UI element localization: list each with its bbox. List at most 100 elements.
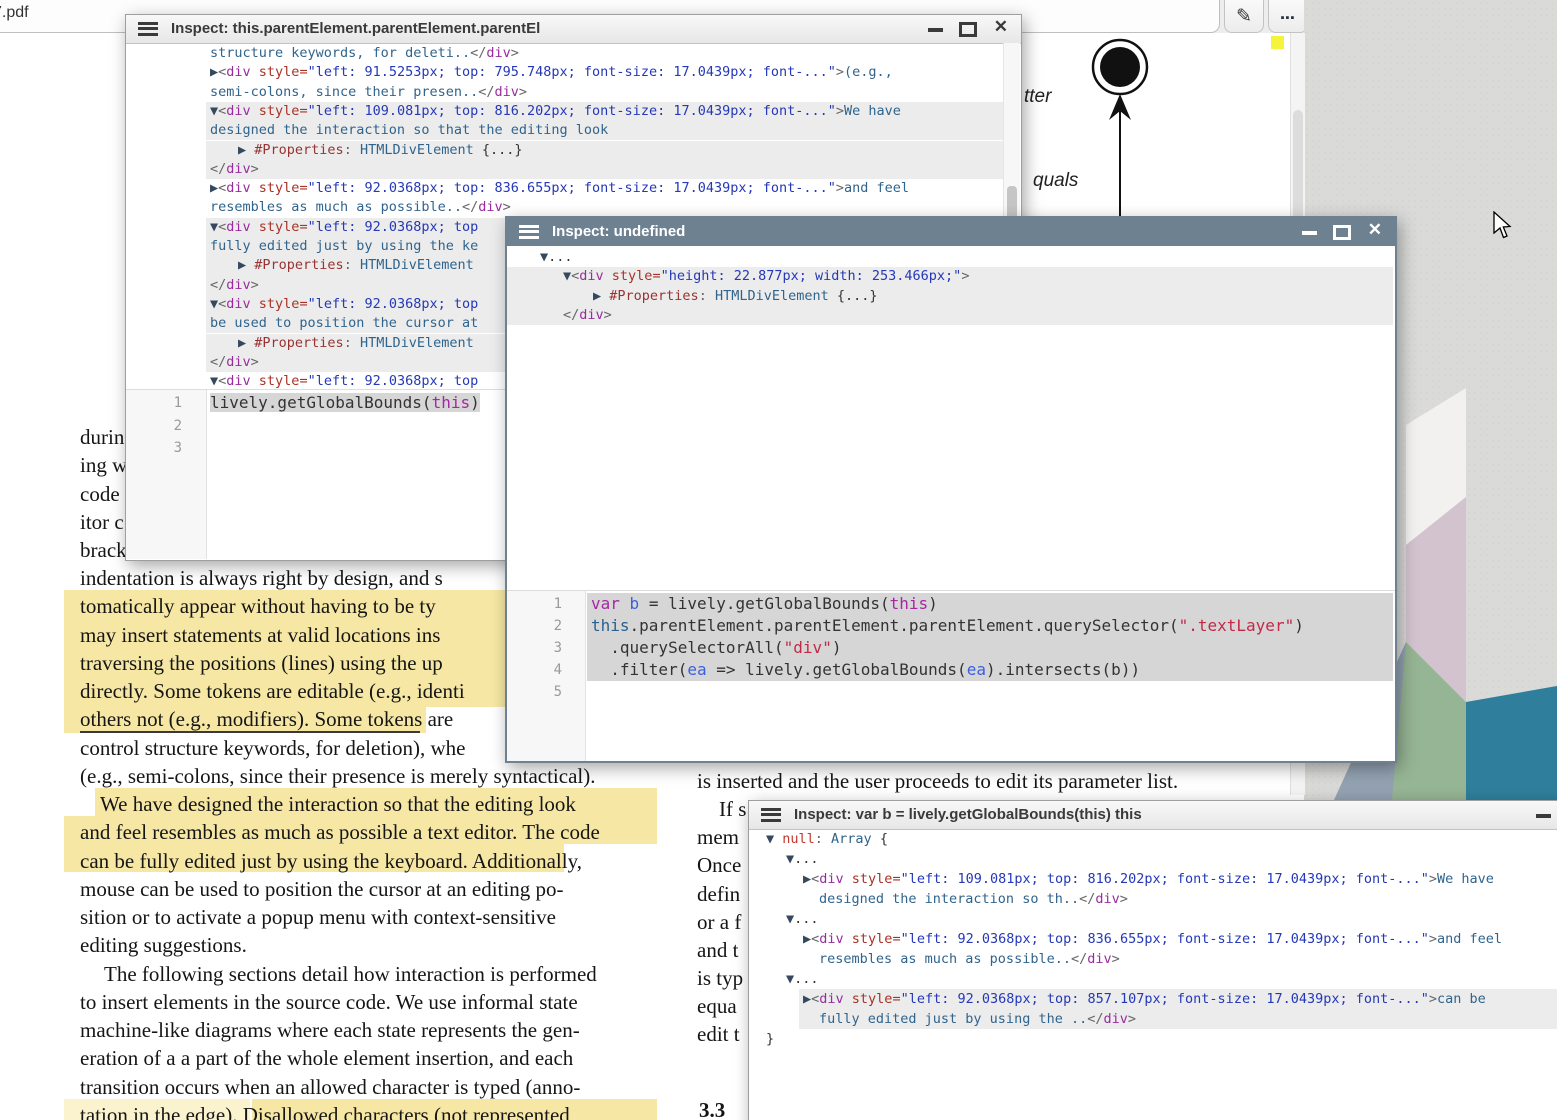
- tree-row[interactable]: ▼ null: Array {: [749, 829, 1557, 849]
- tree-row[interactable]: designed the interaction so th..</div>: [749, 889, 1557, 909]
- tree-row[interactable]: ▼...: [749, 909, 1557, 929]
- pdf-text-line: to insert elements in the source code. W…: [80, 990, 578, 1015]
- tree-row[interactable]: ▼...: [507, 248, 1393, 267]
- tree-row[interactable]: ▶ #Properties: HTMLDivElement {...}: [507, 287, 1393, 306]
- window2-titlebar[interactable]: Inspect: undefined ✕: [507, 218, 1395, 246]
- maximize-button[interactable]: [1333, 225, 1351, 240]
- gutter-line: 1: [126, 392, 182, 415]
- pdf-text-line: is inserted and the user proceeds to edi…: [697, 769, 1178, 794]
- gutter-line: 3: [507, 637, 562, 659]
- window3-title: Inspect: var b = lively.getGlobalBounds(…: [794, 806, 1142, 823]
- code-line[interactable]: var b = lively.getGlobalBounds(this): [587, 593, 1393, 615]
- window1-titlebar[interactable]: Inspect: this.parentElement.parentElemen…: [126, 15, 1021, 44]
- mouse-cursor-icon: [1493, 211, 1515, 241]
- pdf-text-line: tomatically appear without having to be …: [80, 594, 436, 619]
- code-line[interactable]: this.parentElement.parentElement.parentE…: [587, 615, 1393, 637]
- bpmn-end-event-diagram: [1085, 30, 1155, 220]
- pdf-text-line: quals: [1033, 170, 1078, 192]
- window3-dom-tree[interactable]: ▼ null: Array {▼...▶<div style="left: 10…: [749, 829, 1557, 1120]
- close-icon[interactable]: ✕: [994, 18, 1008, 35]
- tree-row[interactable]: }: [749, 1029, 1557, 1049]
- tree-row[interactable]: </div>: [206, 160, 1019, 179]
- window1-title: Inspect: this.parentElement.parentElemen…: [171, 20, 540, 37]
- tree-row[interactable]: ▼<div style="height: 22.877px; width: 25…: [507, 267, 1393, 286]
- pdf-text-line: is typ: [697, 966, 743, 991]
- minimize-button[interactable]: [928, 28, 943, 32]
- pdf-text-line: tter: [1024, 86, 1051, 108]
- tree-row[interactable]: ▶ #Properties: HTMLDivElement {...}: [206, 141, 1019, 160]
- pdf-text-line: others not (e.g., modifiers). Some token…: [80, 707, 453, 732]
- tree-row[interactable]: ▶<div style="left: 91.5253px; top: 795.7…: [126, 63, 1019, 82]
- window2-dom-tree[interactable]: ▼...▼<div style="height: 22.877px; width…: [507, 248, 1393, 588]
- screen: 7.pdf ✎ ▪▪▪ Inspect: this.parentElement.: [0, 0, 1557, 1120]
- pdf-text-line: equa: [697, 994, 737, 1019]
- tree-row[interactable]: resembles as much as possible..</div>: [749, 949, 1557, 969]
- gutter-line: 5: [507, 681, 562, 703]
- tree-row[interactable]: ▶<div style="left: 92.0368px; top: 836.6…: [749, 929, 1557, 949]
- menu-icon[interactable]: [519, 225, 539, 239]
- pdf-text-line: or a f: [697, 910, 741, 935]
- minimize-button[interactable]: [1536, 814, 1551, 818]
- pdf-text-line: traversing the positions (lines) using t…: [80, 651, 443, 676]
- pencil-icon: ✎: [1236, 5, 1252, 32]
- window3-titlebar[interactable]: Inspect: var b = lively.getGlobalBounds(…: [749, 801, 1557, 830]
- pdf-text-line: mouse can be used to position the cursor…: [80, 877, 563, 902]
- pdf-text-line: tation in the edge). Disallowed characte…: [80, 1103, 570, 1120]
- tree-row[interactable]: semi-colons, since their presen..</div>: [126, 83, 1019, 102]
- tree-row[interactable]: ▶<div style="left: 92.0368px; top: 836.6…: [126, 179, 1019, 198]
- tree-row[interactable]: designed the interaction so that the edi…: [206, 121, 1019, 140]
- pdf-text-line: directly. Some tokens are editable (e.g.…: [80, 679, 465, 704]
- tree-row[interactable]: </div>: [507, 306, 1393, 325]
- pdf-text-line: transition occurs when an allowed charac…: [80, 1075, 580, 1100]
- edit-annotation-button[interactable]: ✎: [1224, 0, 1264, 33]
- pdf-tab-label: 7.pdf: [0, 4, 29, 22]
- pdf-text-line: brack: [80, 538, 127, 563]
- tree-row[interactable]: structure keywords, for deleti..</div>: [126, 44, 1019, 63]
- pdf-text-line: control structure keywords, for deletion…: [80, 736, 465, 761]
- tree-row[interactable]: ▶<div style="left: 109.081px; top: 816.2…: [749, 869, 1557, 889]
- tree-row[interactable]: ▼<div style="left: 109.081px; top: 816.2…: [206, 102, 1019, 121]
- tree-row[interactable]: ▼...: [749, 969, 1557, 989]
- gutter-line: 4: [507, 659, 562, 681]
- menu-icon[interactable]: [138, 22, 158, 36]
- pdf-text-line: editing suggestions.: [80, 933, 247, 958]
- pdf-text-line: We have designed the interaction so that…: [100, 792, 576, 817]
- inspector-window-3: Inspect: var b = lively.getGlobalBounds(…: [748, 800, 1557, 1120]
- pdf-text-line: durin: [80, 425, 124, 450]
- tree-row[interactable]: ▼...: [749, 849, 1557, 869]
- tree-row[interactable]: [587, 681, 1393, 703]
- menu-icon[interactable]: [761, 808, 781, 822]
- inner-circle-icon: [1100, 47, 1140, 87]
- pdf-text-line: and t: [697, 938, 738, 963]
- more-options-button[interactable]: ▪▪▪: [1268, 0, 1308, 33]
- tree-row[interactable]: resembles as much as possible..</div>: [126, 198, 1019, 217]
- maximize-button[interactable]: [959, 22, 977, 37]
- code-line[interactable]: .querySelectorAll("div"): [587, 637, 1393, 659]
- pdf-text-line: sition or to activate a popup menu with …: [80, 905, 556, 930]
- close-icon[interactable]: ✕: [1368, 221, 1382, 238]
- pdf-text-line: If s: [719, 797, 746, 822]
- window2-title: Inspect: undefined: [552, 223, 685, 240]
- pdf-text-line: mem: [697, 825, 739, 850]
- code-line[interactable]: .filter(ea => lively.getGlobalBounds(ea)…: [587, 659, 1393, 681]
- pdf-text-line: itor c: [80, 510, 124, 535]
- pdf-text-line: 3.3: [699, 1098, 725, 1120]
- pdf-text-line: and feel resembles as much as possible a…: [80, 820, 600, 845]
- minimize-button[interactable]: [1302, 231, 1317, 235]
- pdf-text-line: edit t: [697, 1022, 740, 1047]
- pdf-text-line: eration of a a part of the whole element…: [80, 1046, 573, 1071]
- gutter-line: 3: [126, 437, 182, 460]
- tree-row[interactable]: ▶<div style="left: 92.0368px; top: 857.1…: [799, 989, 1557, 1009]
- pdf-text-line: defin: [697, 882, 740, 907]
- pdf-text-line: code: [80, 482, 120, 507]
- pdf-text-line: machine-like diagrams where each state r…: [80, 1018, 580, 1043]
- pdf-text-line: The following sections detail how intera…: [104, 962, 597, 987]
- inspector-window-2: Inspect: undefined ✕ ▼...▼<div style="he…: [505, 216, 1397, 763]
- annotation-marker[interactable]: [1271, 36, 1284, 49]
- tree-row[interactable]: fully edited just by using the ..</div>: [799, 1009, 1557, 1029]
- gutter-line: 2: [126, 415, 182, 438]
- ellipsis-icon: ▪▪▪: [1281, 12, 1296, 32]
- gutter-line: 1: [507, 593, 562, 615]
- pdf-text-line: indentation is always right by design, a…: [80, 566, 443, 591]
- pdf-text-line: can be fully edited just by using the ke…: [80, 849, 582, 874]
